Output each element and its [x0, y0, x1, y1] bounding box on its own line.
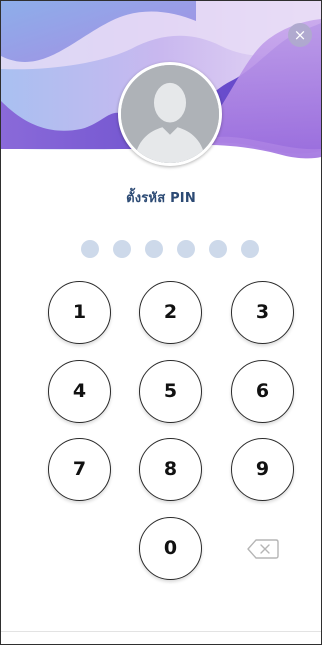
- pin-dot: [209, 240, 227, 258]
- pin-dot: [241, 240, 259, 258]
- pin-dots: [81, 240, 261, 260]
- key-8-button[interactable]: 8: [139, 438, 202, 501]
- key-2-button[interactable]: 2: [139, 281, 202, 344]
- key-1-button[interactable]: 1: [48, 281, 111, 344]
- backspace-icon: [247, 539, 279, 559]
- page-title: ตั้งรหัส PIN: [126, 191, 196, 206]
- key-4-button[interactable]: 4: [48, 360, 111, 423]
- key-9-button[interactable]: 9: [231, 438, 294, 501]
- key-5-button[interactable]: 5: [139, 360, 202, 423]
- avatar: [118, 62, 222, 166]
- user-silhouette-icon: [121, 65, 219, 163]
- pin-dot: [81, 240, 99, 258]
- close-button[interactable]: ×: [288, 23, 312, 47]
- pin-setup-screen: × ตั้งรหัส PIN 1 2 3 4 5 6 7 8 9 0: [0, 0, 322, 645]
- pin-dot: [113, 240, 131, 258]
- backspace-button[interactable]: [247, 538, 279, 560]
- key-3-button[interactable]: 3: [231, 281, 294, 344]
- bottom-divider: [1, 631, 321, 632]
- key-7-button[interactable]: 7: [48, 438, 111, 501]
- pin-dot: [177, 240, 195, 258]
- key-0-button[interactable]: 0: [139, 517, 202, 580]
- key-6-button[interactable]: 6: [231, 360, 294, 423]
- pin-dot: [145, 240, 163, 258]
